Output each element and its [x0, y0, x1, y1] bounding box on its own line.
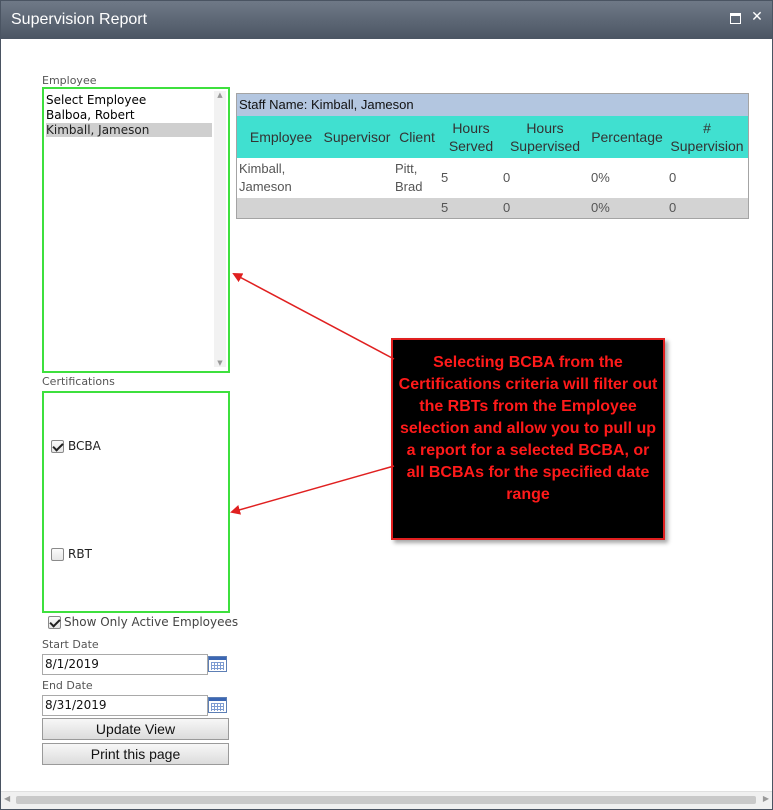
horizontal-scrollbar[interactable]: ◀ ▶	[1, 791, 772, 809]
scroll-right-icon[interactable]: ▶	[763, 794, 769, 803]
scroll-left-icon[interactable]: ◀	[4, 794, 10, 803]
scrollbar-thumb[interactable]	[16, 796, 756, 804]
arrow-to-employee-list	[232, 273, 395, 360]
arrow-to-certifications	[230, 465, 395, 515]
supervision-report-window: Supervision Report ✕ Employee Select Emp…	[0, 0, 773, 810]
annotation-arrows	[230, 273, 395, 515]
